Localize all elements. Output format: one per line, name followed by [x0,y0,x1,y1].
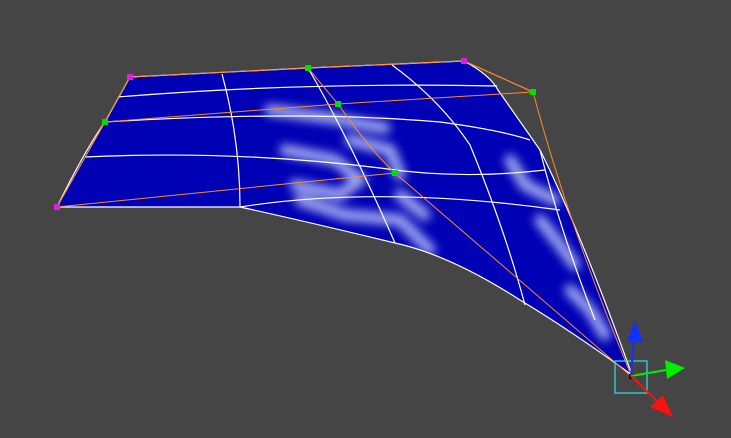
arrow-up-icon[interactable] [627,321,643,341]
gizmo-x-axis[interactable] [630,375,673,417]
arrow-right-icon[interactable] [665,360,685,379]
control-point-corner[interactable] [127,74,133,80]
bezier-surface[interactable] [56,60,634,377]
gizmo-y-axis[interactable] [630,360,685,379]
3d-viewport[interactable] [0,0,731,438]
control-point-mid[interactable] [335,101,341,107]
control-point-mid[interactable] [305,65,311,71]
control-point-corner[interactable] [54,204,60,210]
control-point-mid[interactable] [530,89,536,95]
viewport-canvas[interactable] [0,0,731,438]
control-point-mid[interactable] [392,170,398,176]
control-point-mid[interactable] [102,119,108,125]
control-point-corner[interactable] [461,58,467,64]
